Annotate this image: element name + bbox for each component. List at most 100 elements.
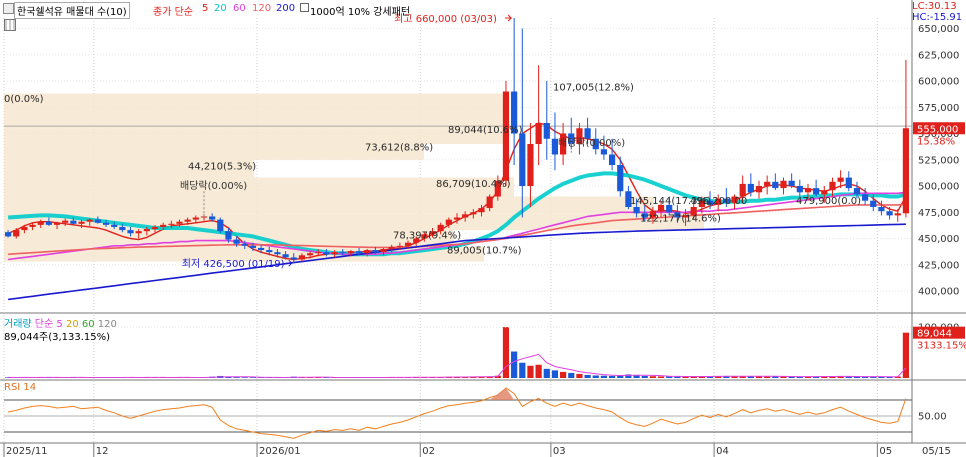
candle-body [396,245,403,247]
candle-body [747,183,754,193]
price-tick-label: 575,000 [918,103,959,114]
date-label: 05/15 [922,446,951,457]
candle-body [878,207,885,212]
candle-body [331,252,338,255]
candle-body [829,181,836,191]
candle-body [258,247,265,251]
volume-profile-label: 89,005(10.7%) [447,246,522,257]
candle-body [355,251,363,254]
volume-bar [641,375,648,378]
grid-toggle-icon[interactable] [4,19,16,31]
volume-bar [233,377,240,378]
candle-body [94,219,101,223]
volume-profile-bar [4,144,424,160]
date-label: 2025/11 [6,446,48,457]
volume-bar [608,375,616,378]
candle-body [853,188,861,195]
volume-bar [666,376,673,378]
candle-body [902,128,910,214]
candle-body [519,133,526,186]
candle-body [241,243,248,246]
volume-bar [241,377,248,378]
candle-body [184,219,191,222]
candle-body [160,224,167,227]
dividend-annotation: 배당락(0.00%) [558,137,625,149]
date-label: 03 [553,446,566,457]
volume-bar [511,351,518,378]
volume-profile-bar [4,110,504,129]
volume-bar [560,371,567,378]
candle-body [535,123,542,144]
candle-body [837,177,844,182]
volume-bar [568,372,575,378]
candle-body [796,186,803,193]
candle-body [608,154,616,165]
rsi-tick-label: 50.00 [918,412,947,423]
ma-period-120: 120 [252,3,272,14]
candle-body [306,253,314,256]
price-tick-label: 625,000 [918,50,959,61]
volume-bar [543,368,550,378]
volume-bar [657,376,665,378]
volume-profile-label: 73,612(8.8%) [365,142,433,153]
candle-body [772,181,779,189]
volume-bar [249,377,257,378]
current-volume-label: 89,044 [917,329,952,340]
volume-profile-label: 78,397(9.4%) [393,231,461,242]
hc-readout: HC:-15.91 [912,12,963,23]
candle-body [209,216,216,220]
chart-header: 한국쉘석유 매물대 수(10) 종가 단순 5 20 60 120 200 10… [0,0,912,19]
dividend-annotation: 배당락(0.00%) [180,180,247,192]
candle-body [62,220,69,223]
price-tick-label: 500,000 [918,182,959,193]
date-label: 12 [96,446,109,457]
candle-body [478,208,485,213]
price-tick-label: 525,000 [918,155,959,166]
candle-body [617,165,624,192]
candle-body [4,232,12,237]
volume-bar [502,327,510,378]
date-label: 2026/01 [259,446,301,457]
candle-body [364,250,371,254]
volume-profile-label: 89,044(10.6%) [448,125,523,136]
candle-body [453,217,461,220]
price-tick-label: 650,000 [918,24,959,35]
candle-body [168,223,175,225]
candle-body [788,180,795,186]
candle-body [217,219,224,232]
current-price-label: 555,000 [917,124,958,135]
date-label: 02 [422,446,435,457]
volume-bar [649,376,656,378]
volume-bar [551,370,559,378]
candle-body [388,246,395,249]
volume-bar [576,373,583,378]
pattern-checkbox[interactable] [300,3,309,12]
candle-body [870,200,877,207]
candle-body [111,224,118,227]
candle-body [739,183,746,197]
stock-name[interactable]: 한국쉘석유 매물대 수(10) [14,2,130,19]
candle-body [347,251,354,254]
volume-profile-label: 122,177(14.6%) [640,214,721,225]
candle-body [45,221,52,225]
price-tick-label: 600,000 [918,77,959,88]
volume-profile-label: 496,200 00 [690,196,747,207]
candle-body [600,149,608,155]
candle-body [323,252,330,255]
low-price-annotation: 최저 426,500 (01/19) [182,258,285,270]
candle-body [233,239,240,244]
volume-profile-label: 479,900(0.0) [796,196,861,207]
candle-body [780,180,787,189]
candle-body [380,249,387,253]
pattern-label: 1000억 10% 강세패턴 [310,7,411,18]
ma-period-200: 200 [276,3,296,14]
candle-body [192,217,199,220]
candle-body [813,188,820,195]
candle-body [845,177,852,189]
candle-body [37,221,44,225]
candle-body [298,255,306,260]
candle-body [119,226,126,231]
settings-icon[interactable] [3,3,14,14]
candle-body [527,144,534,186]
ma-label: 종가 단순 [153,7,193,18]
